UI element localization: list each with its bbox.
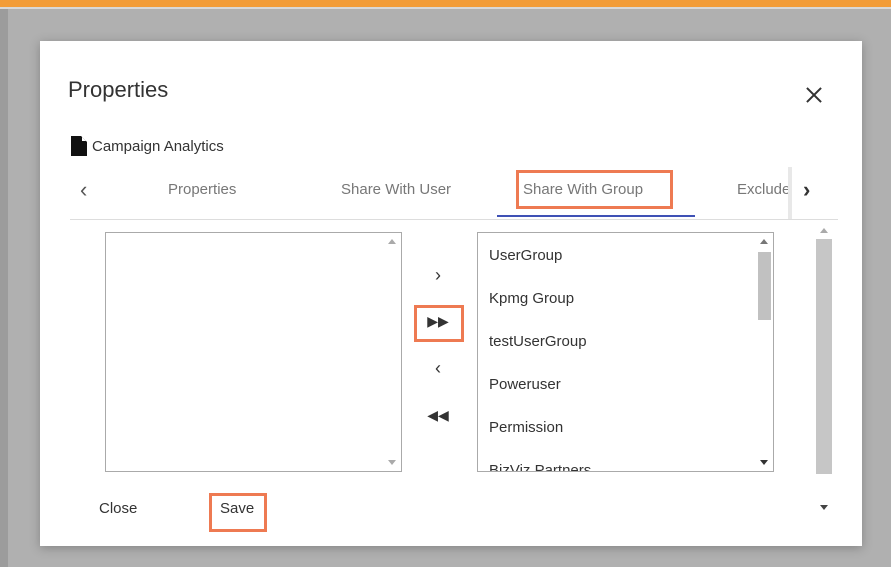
list-item[interactable]: testUserGroup bbox=[489, 328, 591, 371]
list-item[interactable]: UserGroup bbox=[489, 242, 591, 285]
left-edge bbox=[0, 9, 8, 567]
document-icon bbox=[71, 136, 87, 156]
move-left-button[interactable]: ‹ bbox=[423, 358, 453, 379]
move-all-left-button[interactable]: ◀◀ bbox=[423, 407, 453, 424]
close-icon[interactable] bbox=[804, 85, 824, 105]
scroll-up-icon[interactable] bbox=[760, 239, 768, 244]
file-info: Campaign Analytics bbox=[71, 136, 224, 156]
dialog-scrollbar[interactable] bbox=[814, 222, 834, 518]
close-button[interactable]: Close bbox=[99, 500, 137, 517]
list-item[interactable]: BizViz Partners bbox=[489, 457, 591, 471]
list-item[interactable]: Poweruser bbox=[489, 371, 591, 414]
tab-exclude[interactable]: Exclude bbox=[737, 181, 791, 198]
properties-dialog: Properties Campaign Analytics ‹ Properti… bbox=[40, 41, 862, 546]
scroll-thumb[interactable] bbox=[816, 239, 832, 474]
top-divider bbox=[0, 7, 891, 9]
chevron-right-icon[interactable]: › bbox=[803, 177, 810, 203]
active-tab-indicator bbox=[497, 215, 695, 217]
list-scrollbar[interactable] bbox=[384, 233, 401, 471]
tab-overflow-divider bbox=[788, 167, 792, 219]
highlight-box-tab bbox=[516, 170, 673, 209]
selected-groups-list[interactable] bbox=[105, 232, 402, 472]
list-item[interactable]: Permission bbox=[489, 414, 591, 457]
dialog-title: Properties bbox=[68, 77, 169, 102]
tab-bar: ‹ Properties Share With User Share With … bbox=[70, 167, 838, 219]
scroll-down-icon[interactable] bbox=[760, 460, 768, 465]
tab-properties[interactable]: Properties bbox=[168, 181, 236, 198]
list-item[interactable]: Kpmg Group bbox=[489, 285, 591, 328]
available-groups-list[interactable]: UserGroup Kpmg Group testUserGroup Power… bbox=[477, 232, 774, 472]
list-scrollbar[interactable] bbox=[756, 233, 773, 471]
highlight-box-move-all bbox=[414, 305, 464, 342]
scroll-up-icon[interactable] bbox=[388, 239, 396, 244]
file-name: Campaign Analytics bbox=[92, 137, 224, 155]
scroll-up-icon[interactable] bbox=[820, 228, 828, 233]
scroll-down-icon[interactable] bbox=[820, 505, 828, 510]
scroll-thumb[interactable] bbox=[758, 252, 771, 320]
group-items: UserGroup Kpmg Group testUserGroup Power… bbox=[489, 242, 591, 471]
scroll-down-icon[interactable] bbox=[388, 460, 396, 465]
top-accent-line bbox=[0, 0, 891, 7]
highlight-box-save bbox=[209, 493, 267, 532]
chevron-left-icon[interactable]: ‹ bbox=[80, 177, 87, 203]
move-right-button[interactable]: › bbox=[423, 265, 453, 286]
tab-divider bbox=[70, 219, 838, 220]
tab-share-with-user[interactable]: Share With User bbox=[341, 181, 451, 198]
